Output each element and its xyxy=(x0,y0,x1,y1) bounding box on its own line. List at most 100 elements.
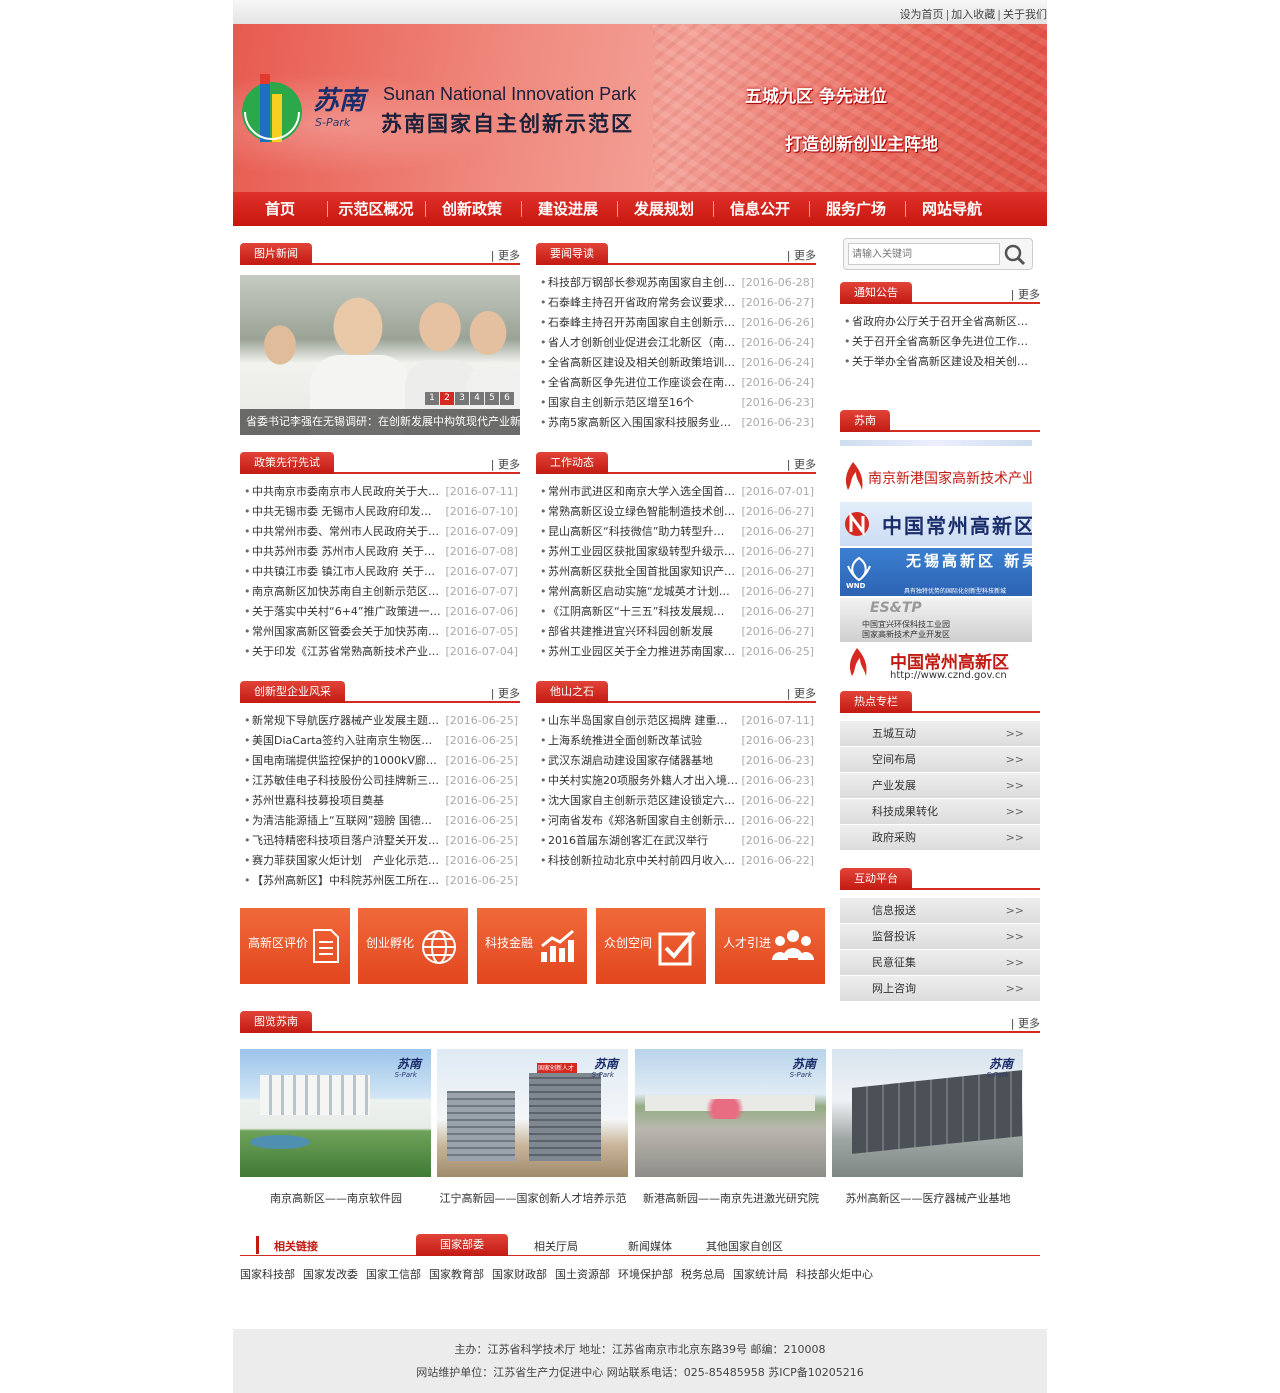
quick-link-finance[interactable]: 科技金融 xyxy=(477,908,587,984)
list-item-title[interactable]: 石泰峰主持召开省政府常务会议要求… xyxy=(548,293,738,313)
list-item-title[interactable]: 沈大国家自主创新示范区建设锁定六… xyxy=(548,791,738,811)
list-item-title[interactable]: 苏州工业园区获批国家级转型升级示… xyxy=(548,542,738,562)
list-item[interactable]: 沈大国家自主创新示范区建设锁定六…[2016-06-22] xyxy=(536,791,816,811)
list-item[interactable]: 苏州高新区获批全国首批国家知识产…[2016-06-27] xyxy=(536,562,816,582)
list-item[interactable]: 赛力菲获国家火炬计划 产业化示范…[2016-06-25] xyxy=(240,851,520,871)
gallery-caption[interactable]: 江宁高新园——国家创新人才培养示范 xyxy=(433,1190,633,1206)
list-item-title[interactable]: 山东半岛国家自创示范区揭牌 建重大… xyxy=(548,711,738,731)
list-item-title[interactable]: 石泰峰主持召开苏南国家自主创新示… xyxy=(548,313,738,333)
list-item-title[interactable]: 国家自主创新示范区增至16个 xyxy=(548,393,738,413)
list-item-title[interactable]: 全省高新区争先进位工作座谈会在南… xyxy=(548,373,738,393)
list-item-title[interactable]: 中共镇江市委 镇江市人民政府 关于… xyxy=(252,562,442,582)
nav-overview[interactable]: 示范区概况 xyxy=(331,192,421,226)
list-item[interactable]: 《江阴高新区“十三五”科技发展规…[2016-06-27] xyxy=(536,602,816,622)
list-item[interactable]: 全省高新区建设及相关创新政策培训…[2016-06-24] xyxy=(536,353,816,373)
slide-dot[interactable]: 6 xyxy=(500,392,514,405)
tab-ministries[interactable]: 国家部委 xyxy=(416,1234,508,1256)
list-item[interactable]: 部省共建推进宜兴环科园创新发展[2016-06-27] xyxy=(536,622,816,642)
list-item-title[interactable]: 飞迅特精密科技项目落户浒墅关开发… xyxy=(252,831,442,851)
more-link[interactable]: | 更多 xyxy=(491,685,520,701)
interact-item-report[interactable]: 信息报送 >> xyxy=(840,898,1040,923)
hot-item-layout[interactable]: 空间布局 >> xyxy=(840,747,1040,772)
list-item[interactable]: 苏南5家高新区入围国家科技服务业区…[2016-06-23] xyxy=(536,413,816,433)
list-item-title[interactable]: 苏州世嘉科技募投项目奠基 xyxy=(252,791,442,811)
add-favorite-link[interactable]: 加入收藏 xyxy=(951,8,995,21)
link-most[interactable]: 国家科技部 xyxy=(240,1268,295,1281)
list-item[interactable]: 中关村实施20项服务外籍人才出入境…[2016-06-23] xyxy=(536,771,816,791)
list-item-title[interactable]: 【苏州高新区】中科院苏州医工所在… xyxy=(252,871,442,891)
list-item-title[interactable]: 常熟高新区设立绿色智能制造技术创… xyxy=(548,502,738,522)
list-item-title[interactable]: 常州国家高新区管委会关于加快苏南… xyxy=(252,622,442,642)
list-item[interactable]: 2016首届东湖创客汇在武汉举行[2016-06-22] xyxy=(536,831,816,851)
list-item[interactable]: 常熟高新区设立绿色智能制造技术创…[2016-06-27] xyxy=(536,502,816,522)
list-item[interactable]: 常州国家高新区管委会关于加快苏南…[2016-07-05] xyxy=(240,622,520,642)
tab-media[interactable]: 新闻媒体 xyxy=(628,1238,672,1254)
quick-link-incubation[interactable]: 创业孵化 xyxy=(358,908,468,984)
slide-dot[interactable]: 3 xyxy=(455,392,469,405)
list-item[interactable]: 飞迅特精密科技项目落户浒墅关开发…[2016-06-25] xyxy=(240,831,520,851)
about-us-link[interactable]: 关于我们 xyxy=(1003,8,1047,21)
list-item[interactable]: 科技创新拉动北京中关村前四月收入…[2016-06-22] xyxy=(536,851,816,871)
list-item[interactable]: 【苏州高新区】中科院苏州医工所在…[2016-06-25] xyxy=(240,871,520,891)
list-item-title[interactable]: 苏州工业园区关于全力推进苏南国家… xyxy=(548,642,738,662)
list-item-title[interactable]: 省人才创新创业促进会江北新区（南… xyxy=(548,333,738,353)
list-item-title[interactable]: 常州市武进区和南京大学入选全国首… xyxy=(548,482,738,502)
list-item[interactable]: 美国DiaCarta签约入驻南京生物医药…[2016-06-25] xyxy=(240,731,520,751)
list-item-title[interactable]: 赛力菲获国家火炬计划 产业化示范… xyxy=(252,851,442,871)
list-item[interactable]: 江苏敏佳电子科技股份公司挂牌新三…[2016-06-25] xyxy=(240,771,520,791)
list-item[interactable]: 中共南京市委南京市人民政府关于大…[2016-07-11] xyxy=(240,482,520,502)
list-item[interactable]: 苏州工业园区获批国家级转型升级示…[2016-06-27] xyxy=(536,542,816,562)
photo-news-slideshow[interactable]: 1 2 3 4 5 6 省委书记李强在无锡调研：在创新发展中构筑现代产业新高 xyxy=(240,275,520,435)
list-item[interactable]: 为清洁能源插上“互联网”翅膀 国德…[2016-06-25] xyxy=(240,811,520,831)
link-mof[interactable]: 国家财政部 xyxy=(492,1268,547,1281)
list-item[interactable]: 中共常州市委、常州市人民政府关于…[2016-07-09] xyxy=(240,522,520,542)
list-item-title[interactable]: 河南省发布《郑洛新国家自主创新示… xyxy=(548,811,738,831)
nav-disclosure[interactable]: 信息公开 xyxy=(719,192,801,226)
nav-policy[interactable]: 创新政策 xyxy=(431,192,513,226)
list-item[interactable]: 国家自主创新示范区增至16个[2016-06-23] xyxy=(536,393,816,413)
photo-caption[interactable]: 省委书记李强在无锡调研：在创新发展中构筑现代产业新高 xyxy=(240,409,520,435)
list-item-title[interactable]: 中共苏州市委 苏州市人民政府 关于… xyxy=(252,542,442,562)
park-logo-wuxi[interactable]: WND 无锡高新区 新吴区 具有独特优势的国际化创新型科技新城 xyxy=(840,548,1032,596)
list-item[interactable]: 全省高新区争先进位工作座谈会在南…[2016-06-24] xyxy=(536,373,816,393)
hot-item-industry[interactable]: 产业发展 >> xyxy=(840,773,1040,798)
list-item[interactable]: 上海系统推进全面创新改革试验[2016-06-23] xyxy=(536,731,816,751)
list-item[interactable]: 河南省发布《郑洛新国家自主创新示…[2016-06-22] xyxy=(536,811,816,831)
nav-services[interactable]: 服务广场 xyxy=(815,192,897,226)
more-link[interactable]: | 更多 xyxy=(1011,286,1040,302)
list-item-title[interactable]: 中共南京市委南京市人民政府关于大… xyxy=(252,482,442,502)
link-moe[interactable]: 国家教育部 xyxy=(429,1268,484,1281)
hot-item-tech-transfer[interactable]: 科技成果转化 >> xyxy=(840,799,1040,824)
quick-link-evaluation[interactable]: 高新区评价 xyxy=(240,908,350,984)
nav-progress[interactable]: 建设进展 xyxy=(527,192,609,226)
gallery-caption[interactable]: 新港高新园——南京先进激光研究院 xyxy=(631,1190,831,1206)
park-logo-xingang[interactable]: 南京新港国家高新技术产业园 xyxy=(840,454,1032,500)
quick-link-talent[interactable]: 人才引进 xyxy=(715,908,825,984)
link-stats[interactable]: 国家统计局 xyxy=(733,1268,788,1281)
list-item-title[interactable]: 《江阴高新区“十三五”科技发展规… xyxy=(548,602,738,622)
link-ndrc[interactable]: 国家发改委 xyxy=(303,1268,358,1281)
list-item-title[interactable]: 苏南5家高新区入围国家科技服务业区… xyxy=(548,413,738,433)
list-item-title[interactable]: 为清洁能源插上“互联网”翅膀 国德… xyxy=(252,811,442,831)
gallery-photo[interactable]: 国家创新人才 苏南 S-Park xyxy=(437,1049,628,1177)
list-item-title[interactable]: 中共常州市委、常州市人民政府关于… xyxy=(252,522,442,542)
list-item-title[interactable]: 中共无锡市委 无锡市人民政府印发《… xyxy=(252,502,442,522)
nav-home[interactable]: 首页 xyxy=(245,192,315,226)
link-tax[interactable]: 税务总局 xyxy=(681,1268,725,1281)
more-link[interactable]: | 更多 xyxy=(787,685,816,701)
park-logo-changzhou-2[interactable]: 中国常州高新区 http://www.cznd.gov.cn xyxy=(840,644,1032,682)
link-torch[interactable]: 科技部火炬中心 xyxy=(796,1268,873,1281)
list-item-title[interactable]: 上海系统推进全面创新改革试验 xyxy=(548,731,738,751)
hot-item-interaction[interactable]: 五城互动 >> xyxy=(840,721,1040,746)
list-item-title[interactable]: 美国DiaCarta签约入驻南京生物医药… xyxy=(252,731,442,751)
list-item[interactable]: 国电南瑞提供监控保护的1000kV廊坊…[2016-06-25] xyxy=(240,751,520,771)
list-item[interactable]: 昆山高新区“科技微信”助力转型升…[2016-06-27] xyxy=(536,522,816,542)
list-item[interactable]: 石泰峰主持召开省政府常务会议要求…[2016-06-27] xyxy=(536,293,816,313)
set-homepage-link[interactable]: 设为首页 xyxy=(900,8,944,21)
list-item[interactable]: 科技部万钢部长参观苏南国家自主创…[2016-06-28] xyxy=(536,273,816,293)
list-item[interactable]: 南京高新区加快苏南自主创新示范区…[2016-07-07] xyxy=(240,582,520,602)
link-miit[interactable]: 国家工信部 xyxy=(366,1268,421,1281)
list-item[interactable]: 石泰峰主持召开苏南国家自主创新示…[2016-06-26] xyxy=(536,313,816,333)
slide-dot[interactable]: 4 xyxy=(470,392,484,405)
list-item[interactable]: 苏州工业园区关于全力推进苏南国家…[2016-06-25] xyxy=(536,642,816,662)
